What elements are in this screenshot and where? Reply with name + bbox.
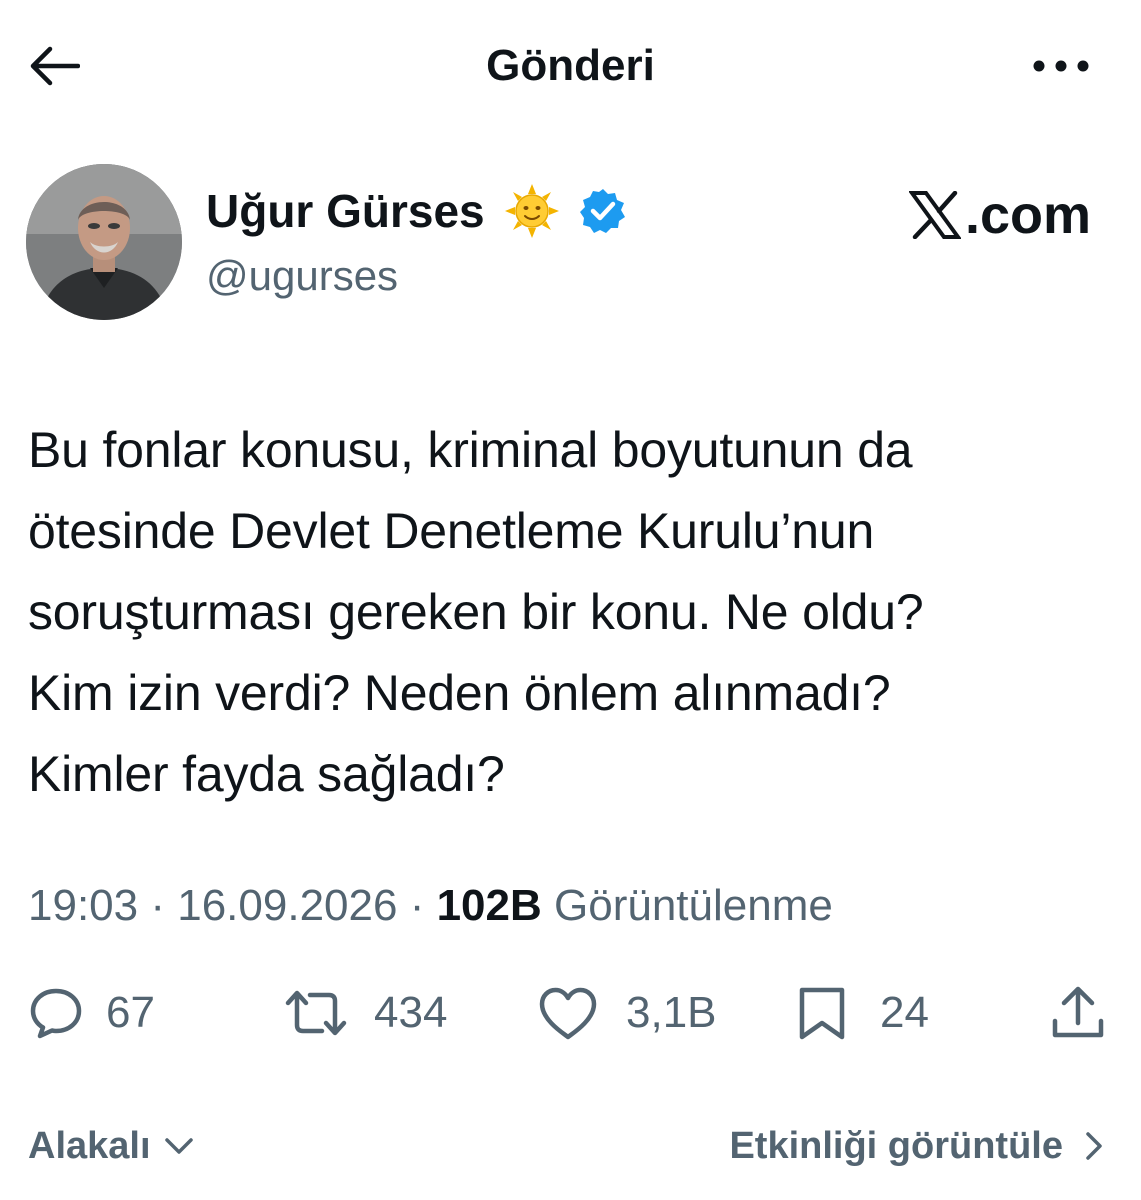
reply-count: 67 bbox=[106, 988, 155, 1037]
brand-watermark: .com bbox=[908, 184, 1091, 246]
post-meta: 19:03 · 16.09.2026 · 102B Görüntülenme bbox=[28, 878, 833, 934]
more-options-button[interactable] bbox=[1026, 38, 1096, 94]
author-name-row: Uğur Gürses bbox=[206, 180, 627, 242]
share-icon bbox=[1052, 986, 1104, 1038]
repost-button[interactable]: 434 bbox=[282, 984, 447, 1042]
meta-separator: · bbox=[409, 881, 425, 930]
heart-icon bbox=[539, 987, 597, 1040]
related-label: Alakalı bbox=[28, 1124, 151, 1167]
activity-label: Etkinliği görüntüle bbox=[729, 1124, 1063, 1167]
reply-icon bbox=[30, 988, 82, 1039]
repost-icon bbox=[285, 990, 347, 1036]
avatar[interactable] bbox=[26, 164, 182, 320]
bookmark-button[interactable]: 24 bbox=[794, 984, 929, 1042]
chevron-right-icon bbox=[1086, 1132, 1102, 1160]
like-button[interactable]: 3,1B bbox=[536, 984, 717, 1042]
verified-badge-icon[interactable] bbox=[579, 187, 627, 235]
x-logo-icon bbox=[908, 191, 961, 239]
post-text: Bu fonlar konusu, kriminal boyutunun da … bbox=[28, 422, 924, 802]
sun-with-face-icon bbox=[504, 184, 559, 238]
chevron-down-icon bbox=[164, 1138, 193, 1154]
related-dropdown[interactable]: Alakalı bbox=[28, 1120, 195, 1172]
meta-separator: · bbox=[150, 881, 165, 930]
post-date[interactable]: 16.09.2026 bbox=[177, 881, 397, 930]
view-activity-link[interactable]: Etkinliği görüntüle bbox=[729, 1120, 1105, 1172]
brand-label: .com bbox=[964, 185, 1091, 245]
bookmark-icon bbox=[799, 987, 845, 1040]
views-label: Görüntülenme bbox=[554, 881, 833, 930]
share-button[interactable] bbox=[1050, 984, 1106, 1042]
author-name[interactable]: Uğur Gürses bbox=[206, 180, 485, 242]
bookmark-count: 24 bbox=[880, 988, 929, 1037]
page-title: Gönderi bbox=[486, 41, 655, 90]
post-time[interactable]: 19:03 bbox=[28, 881, 138, 930]
author-handle[interactable]: @ugurses bbox=[206, 250, 398, 302]
like-count: 3,1B bbox=[626, 988, 717, 1037]
reply-button[interactable]: 67 bbox=[28, 984, 155, 1042]
more-horizontal-icon bbox=[1033, 60, 1089, 72]
views-count: 102B bbox=[436, 881, 542, 930]
repost-count: 434 bbox=[374, 988, 448, 1037]
